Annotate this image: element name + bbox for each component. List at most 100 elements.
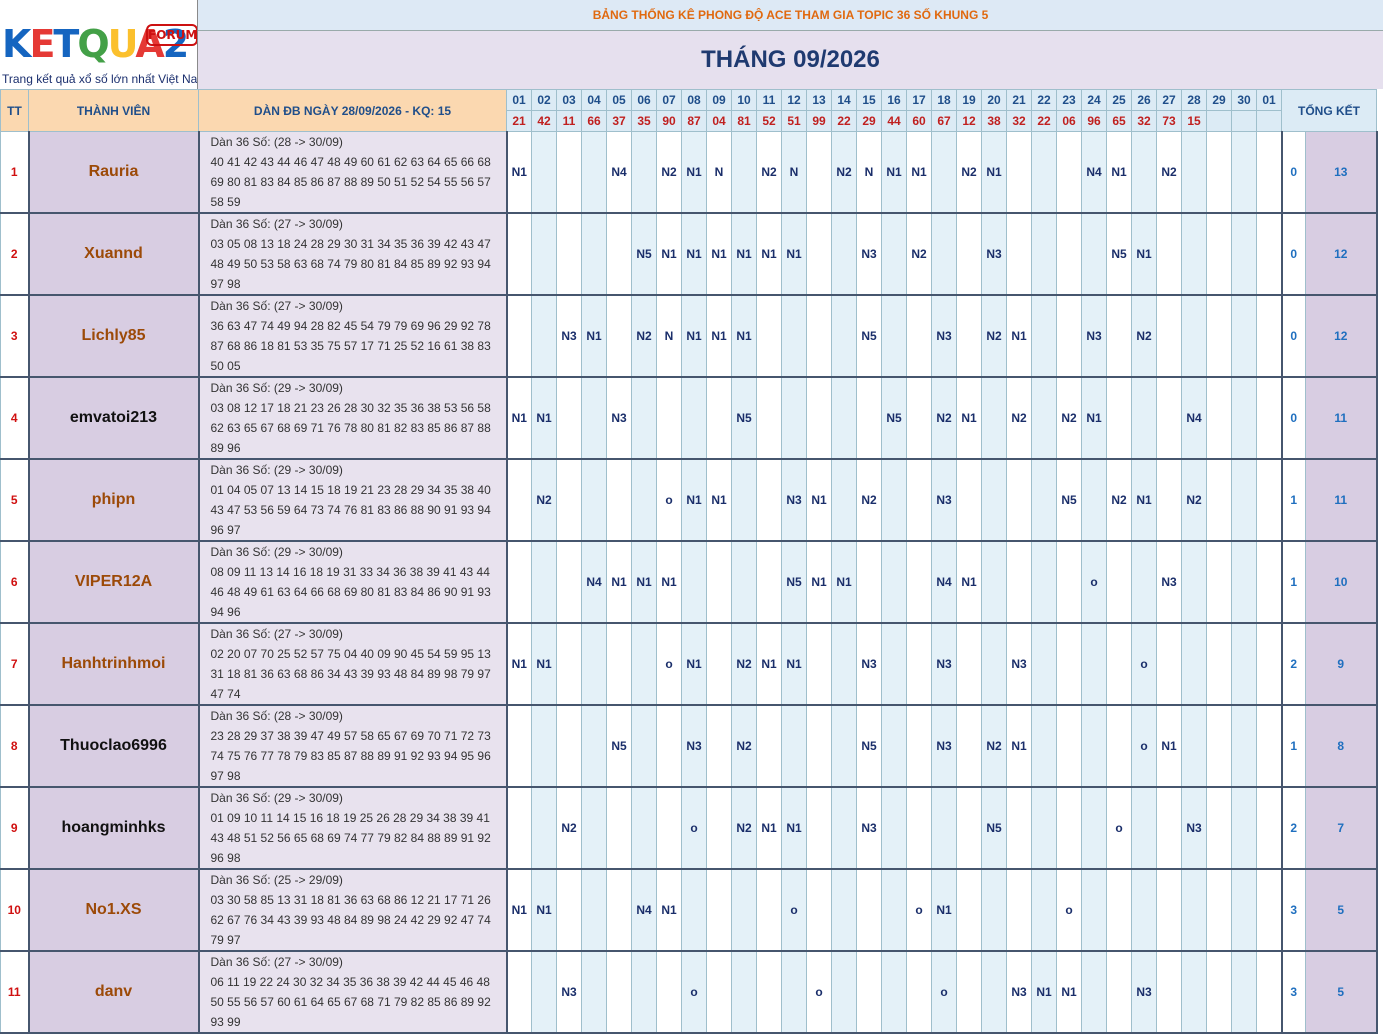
member-name[interactable]: Lichly85	[27, 294, 200, 378]
site-logo[interactable]: KETQUA2 FORUM Trang kết quả xổ số lớn nh…	[0, 0, 198, 89]
dan-numbers: 01 09 10 11 14 15 16 18 19 25 26 28 29 3…	[210, 811, 491, 865]
day-header: 07	[656, 89, 682, 111]
member-row: 3 Lichly85 Dàn 36 Số: (27 -> 30/09) 36 63 4…	[0, 294, 1378, 378]
day-result: 60	[906, 110, 932, 132]
day-cell	[981, 458, 1007, 542]
day-cell	[1031, 868, 1057, 952]
day-cell	[881, 458, 907, 542]
total-hits: 5	[1305, 950, 1378, 1034]
member-name[interactable]: Rauria	[27, 131, 200, 214]
day-result: 37	[606, 110, 632, 132]
day-cell	[1256, 540, 1282, 624]
member-name[interactable]: VIPER12A	[27, 540, 200, 624]
member-name[interactable]: phipn	[27, 458, 200, 542]
day-cell	[1056, 622, 1082, 706]
day-cell	[1181, 704, 1207, 788]
day-cell: N3	[1131, 950, 1157, 1034]
total-miss: 3	[1280, 868, 1306, 952]
day-cell	[581, 786, 607, 870]
day-cell	[706, 786, 732, 870]
day-cell	[1256, 294, 1282, 378]
day-cell: N3	[931, 294, 957, 378]
day-cell: o	[1081, 540, 1107, 624]
day-cell	[1056, 540, 1082, 624]
member-name[interactable]: Hanhtrinhmoi	[27, 622, 200, 706]
day-cell	[1231, 786, 1257, 870]
member-dan: Dàn 36 Số: (29 -> 30/09) 01 09 10 11 14 1…	[198, 786, 508, 870]
day-cell	[1231, 950, 1257, 1034]
dan-numbers: 01 04 05 07 13 14 15 18 19 21 23 28 29 3…	[210, 483, 491, 537]
day-cell	[1206, 622, 1232, 706]
day-cell	[731, 131, 757, 214]
header-total: TỔNG KẾT	[1281, 89, 1377, 132]
day-cell	[906, 458, 932, 542]
member-dan: Dàn 36 Số: (27 -> 30/09) 06 11 19 22 24 3…	[198, 950, 508, 1034]
day-cell: N1	[656, 540, 682, 624]
day-cell: N2	[1131, 294, 1157, 378]
day-cell	[581, 131, 607, 214]
day-cell	[1256, 212, 1282, 296]
day-cell: N4	[1081, 131, 1107, 214]
day-cell	[806, 868, 832, 952]
day-cell	[1031, 704, 1057, 788]
dan-title: Dàn 36 Số: (25 -> 29/09)	[210, 873, 343, 887]
day-result: 52	[756, 110, 782, 132]
day-cell	[831, 950, 857, 1034]
member-name[interactable]: Xuannd	[27, 212, 200, 296]
day-header: 16	[881, 89, 907, 111]
day-cell	[581, 704, 607, 788]
day-cell	[581, 376, 607, 460]
member-name[interactable]: Thuoclao6996	[27, 704, 200, 788]
day-cell: N3	[1156, 540, 1182, 624]
day-cell	[881, 868, 907, 952]
member-name[interactable]: emvatoi213	[27, 376, 200, 460]
day-cell: N1	[706, 458, 732, 542]
day-cell: o	[1106, 786, 1132, 870]
day-cell	[931, 212, 957, 296]
day-cell: N3	[1006, 622, 1032, 706]
header-member: THÀNH VIÊN	[28, 89, 199, 132]
member-dan: Dàn 36 Số: (29 -> 30/09) 01 04 05 07 13 1…	[198, 458, 508, 542]
dan-title: Dàn 36 Số: (27 -> 30/09)	[210, 955, 343, 969]
day-cell: N4	[631, 868, 657, 952]
day-cell	[1031, 294, 1057, 378]
total-hits: 8	[1305, 704, 1378, 788]
day-cell	[906, 950, 932, 1034]
day-cell: N1	[756, 786, 782, 870]
day-cell	[831, 376, 857, 460]
member-name[interactable]: No1.XS	[27, 868, 200, 952]
day-cell	[581, 950, 607, 1034]
day-result: 15	[1181, 110, 1207, 132]
day-header: 13	[806, 89, 832, 111]
day-cell	[531, 786, 557, 870]
day-cell: N3	[931, 622, 957, 706]
member-name[interactable]: danv	[27, 950, 200, 1034]
day-cell	[531, 950, 557, 1034]
day-cell	[556, 212, 582, 296]
day-cell	[1031, 131, 1057, 214]
day-result: 96	[1081, 110, 1107, 132]
day-cell	[881, 212, 907, 296]
dan-text: Dàn 36 Số: (28 -> 30/09) 40 41 42 43 44 4…	[200, 132, 505, 211]
day-cell	[606, 868, 632, 952]
day-cell: N2	[556, 786, 582, 870]
day-cell	[706, 868, 732, 952]
day-cell	[981, 540, 1007, 624]
day-cell	[731, 540, 757, 624]
day-cell	[1006, 868, 1032, 952]
day-cell	[656, 950, 682, 1034]
day-cell	[1231, 622, 1257, 706]
day-cell	[1231, 868, 1257, 952]
member-name[interactable]: hoangminhks	[27, 786, 200, 870]
member-row: 10 No1.XS Dàn 36 Số: (25 -> 29/09) 03 30 58…	[0, 868, 1378, 952]
day-cell	[1081, 212, 1107, 296]
day-cell	[1206, 540, 1232, 624]
day-cell: N1	[931, 868, 957, 952]
day-header: 01	[1256, 89, 1282, 111]
day-cell	[881, 786, 907, 870]
day-cell	[1206, 458, 1232, 542]
day-cell	[1106, 294, 1132, 378]
day-cell: N2	[906, 212, 932, 296]
row-number: 2	[0, 212, 29, 296]
day-cell	[1031, 458, 1057, 542]
